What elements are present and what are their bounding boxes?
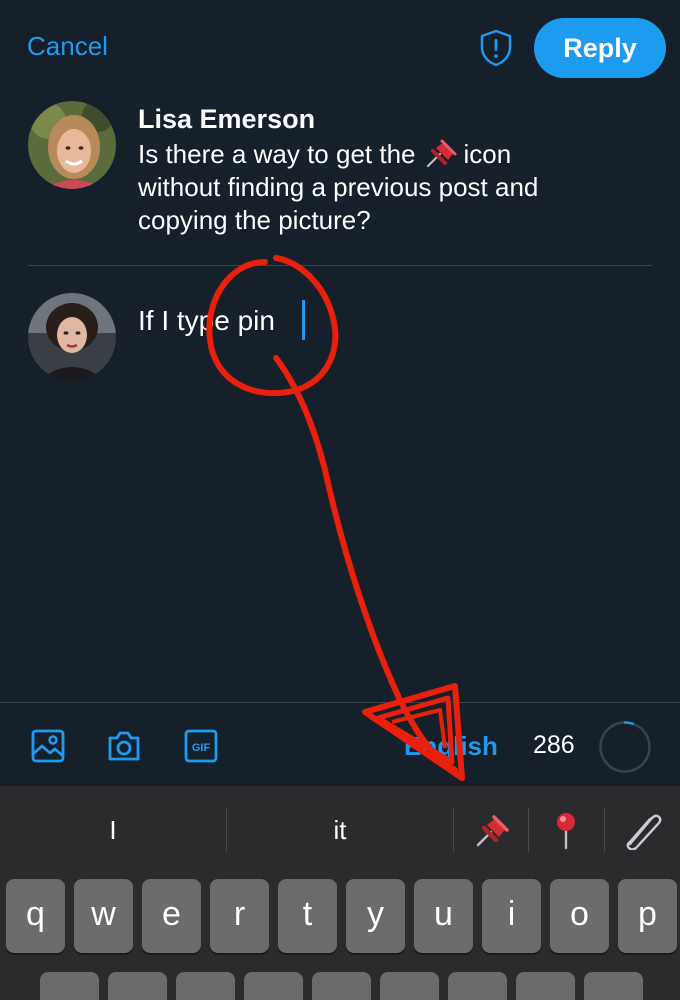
key-h[interactable] — [380, 972, 439, 1000]
divider — [28, 265, 652, 266]
key-o[interactable]: o — [550, 879, 609, 953]
key-a[interactable] — [40, 972, 99, 1000]
gif-icon[interactable]: GIF — [183, 728, 219, 764]
safety-pin-emoji-icon[interactable] — [622, 810, 662, 851]
cancel-button[interactable]: Cancel — [27, 31, 108, 62]
post-text-line-2: without finding a previous post and — [138, 172, 539, 202]
key-y[interactable]: y — [346, 879, 405, 953]
suggestion-separator — [453, 808, 454, 852]
shield-alert-icon[interactable] — [478, 29, 514, 67]
character-progress-ring — [598, 720, 652, 774]
image-icon[interactable] — [30, 728, 66, 764]
avatar[interactable] — [28, 293, 116, 381]
key-w[interactable]: w — [74, 879, 133, 953]
round-pushpin-emoji-icon[interactable] — [546, 810, 586, 850]
camera-icon[interactable] — [106, 728, 142, 764]
post-text: Is there a way to get the icon without f… — [138, 138, 638, 237]
suggestion-separator — [604, 808, 605, 852]
suggestion-1[interactable]: I — [0, 786, 226, 874]
key-q[interactable]: q — [6, 879, 65, 953]
text-caret — [302, 300, 305, 340]
key-r[interactable]: r — [210, 879, 269, 953]
compose-toolbar: GIF English 286 — [0, 702, 680, 786]
key-e[interactable]: e — [142, 879, 201, 953]
pushpin-emoji-icon[interactable] — [472, 810, 512, 850]
suggestion-2[interactable]: it — [227, 786, 453, 874]
reply-text-input[interactable]: If I type pin — [138, 305, 275, 337]
svg-text:GIF: GIF — [192, 742, 211, 754]
pushpin-emoji-icon — [422, 138, 458, 168]
key-p[interactable]: p — [618, 879, 677, 953]
key-s[interactable] — [108, 972, 167, 1000]
key-f[interactable] — [244, 972, 303, 1000]
key-k[interactable] — [516, 972, 575, 1000]
key-d[interactable] — [176, 972, 235, 1000]
post-text-line-3: copying the picture? — [138, 205, 371, 235]
character-count: 286 — [533, 731, 575, 759]
key-j[interactable] — [448, 972, 507, 1000]
key-u[interactable]: u — [414, 879, 473, 953]
keyboard: I it q w e r t y u i o p — [0, 786, 680, 1000]
key-l[interactable] — [584, 972, 643, 1000]
suggestion-separator — [528, 808, 529, 852]
avatar[interactable] — [28, 101, 116, 189]
language-selector[interactable]: English — [404, 731, 498, 762]
reply-button[interactable]: Reply — [534, 18, 666, 78]
post-text-line-1-end: icon — [463, 139, 512, 169]
compose-header: Cancel Reply — [0, 0, 680, 95]
key-g[interactable] — [312, 972, 371, 1000]
post-author: Lisa Emerson — [138, 104, 316, 134]
key-t[interactable]: t — [278, 879, 337, 953]
post-text-line-1: Is there a way to get the — [138, 139, 416, 169]
key-i[interactable]: i — [482, 879, 541, 953]
suggestion-bar: I it — [0, 786, 680, 874]
